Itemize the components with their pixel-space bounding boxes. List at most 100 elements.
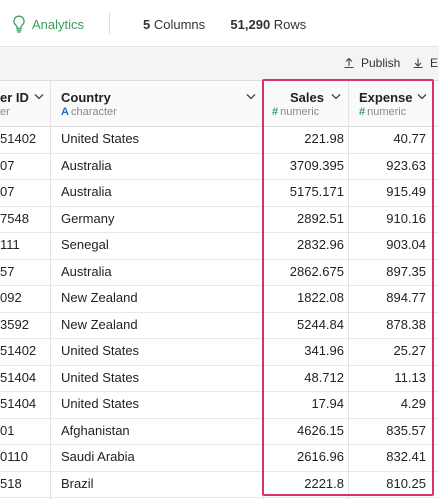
cell-id: 51402	[0, 343, 37, 358]
cell-country: Australia	[61, 157, 112, 173]
cell-country: Brazil	[61, 475, 94, 491]
chevron-down-icon[interactable]	[246, 93, 256, 100]
export-button[interactable]: E:	[412, 56, 439, 70]
toolbar: Publish E:	[0, 46, 439, 80]
cell-sales: 5175.171	[289, 184, 344, 199]
cell-country: Germany	[61, 210, 115, 226]
rows-count: 51,290	[230, 17, 271, 32]
cell-expense: 910.16	[386, 210, 426, 226]
cell-country: New Zealand	[61, 316, 138, 332]
table-row[interactable]: 3592 New Zealand 5244.84 878.38	[0, 312, 439, 339]
column-type: numeric	[280, 106, 320, 118]
table-stats: 5 Columns 51,290 Rows	[143, 17, 306, 32]
cell-sales: 4626.15	[297, 422, 344, 438]
table-header: er ID er Country Acharacter Sales # numer…	[0, 80, 439, 127]
cell-id: 07	[0, 157, 15, 173]
cell-country: Australia	[61, 263, 112, 279]
character-type-icon: A	[61, 106, 69, 118]
cell-sales: 2862.675	[289, 263, 344, 279]
download-icon	[413, 58, 423, 69]
numeric-type-icon: #	[359, 106, 366, 118]
cell-id: 51404	[0, 396, 37, 411]
top-bar: Analytics 5 Columns 51,290 Rows	[0, 0, 439, 46]
cell-country: New Zealand	[61, 290, 138, 305]
table-row[interactable]: 07 Australia 5175.171 915.49	[0, 179, 439, 207]
numeric-type-icon: #	[272, 106, 279, 118]
cell-expense: 25.27	[393, 343, 426, 358]
cell-country: United States	[61, 369, 140, 385]
cell-sales: 1822.08	[297, 290, 344, 305]
cell-expense: 835.57	[386, 422, 426, 438]
cell-country: United States	[61, 396, 140, 411]
chevron-down-icon[interactable]	[417, 93, 427, 100]
column-header-id[interactable]: er ID er	[0, 81, 51, 126]
table-row[interactable]: 51402 United States 341.96 25.27	[0, 338, 439, 366]
cell-expense: 903.04	[386, 237, 426, 252]
cell-country: United States	[61, 131, 140, 146]
export-label: E:	[430, 56, 439, 70]
cell-sales: 2832.96	[297, 237, 344, 252]
cell-id: 0110	[0, 449, 28, 464]
cell-sales: 341.96	[304, 343, 344, 358]
publish-label: Publish	[361, 56, 401, 70]
cell-expense: 923.63	[386, 157, 426, 173]
columns-label: Columns	[153, 17, 206, 32]
cell-id: 518	[0, 475, 22, 491]
cell-expense: 915.49	[386, 184, 426, 199]
cell-sales: 5244.84	[297, 316, 344, 332]
column-name: Expense	[359, 90, 413, 105]
cell-country: United States	[61, 343, 140, 358]
cell-country: Afghanistan	[61, 422, 130, 438]
column-header-expense[interactable]: Expense # numeric	[349, 81, 439, 126]
cell-id: 57	[0, 263, 15, 279]
cell-country: Senegal	[61, 237, 109, 252]
publish-button[interactable]: Publish	[343, 56, 400, 70]
cell-id: 51402	[0, 131, 37, 146]
cell-sales: 2892.51	[297, 210, 344, 226]
column-header-country[interactable]: Country Acharacter	[51, 81, 264, 126]
cell-expense: 40.77	[393, 131, 426, 146]
table-row[interactable]: 111 Senegal 2832.96 903.04	[0, 232, 439, 260]
analytics-button[interactable]: Analytics	[12, 14, 84, 34]
table-row[interactable]: 01 Afghanistan 4626.15 835.57	[0, 418, 439, 445]
cell-sales: 2616.96	[297, 449, 344, 464]
cell-sales: 48.712	[304, 369, 344, 385]
analytics-label: Analytics	[32, 16, 85, 32]
cell-country: Saudi Arabia	[61, 449, 135, 464]
data-table: er ID er Country Acharacter Sales # numer…	[0, 80, 439, 500]
table-row[interactable]: 518 Brazil 2221.8 810.25	[0, 471, 439, 498]
table-row[interactable]: 51404 United States 48.712 11.13	[0, 365, 439, 392]
table-row[interactable]: 51404 United States 17.94 4.29	[0, 391, 439, 419]
cell-id: 01	[0, 422, 15, 438]
cell-id: 51404	[0, 369, 37, 385]
table-row[interactable]: 0110 Saudi Arabia 2616.96 832.41	[0, 444, 439, 472]
cell-id: 07	[0, 184, 15, 199]
column-type: er	[0, 106, 10, 118]
column-type: character	[70, 106, 117, 118]
cell-sales: 221.98	[304, 131, 344, 146]
table-row[interactable]: 57 Australia 2862.675 897.35	[0, 259, 439, 286]
cell-expense: 4.29	[400, 396, 426, 411]
cell-country: Australia	[61, 184, 112, 199]
chevron-down-icon[interactable]	[34, 93, 44, 100]
cell-sales: 2221.8	[304, 475, 344, 491]
cell-sales: 3709.395	[289, 157, 344, 173]
cell-id: 111	[0, 237, 20, 252]
columns-count: 5	[143, 17, 151, 32]
cell-sales: 17.94	[311, 396, 344, 411]
chevron-down-icon[interactable]	[331, 93, 341, 100]
cell-expense: 810.25	[386, 475, 426, 491]
rows-label: Rows	[273, 17, 307, 32]
cell-id: 7548	[0, 210, 29, 226]
table-row[interactable]: 51402 United States 221.98 40.77	[0, 126, 439, 154]
cell-id: 3592	[0, 316, 29, 332]
cell-expense: 878.38	[386, 316, 426, 332]
column-header-sales[interactable]: Sales # numeric	[264, 81, 349, 126]
column-name: Sales	[290, 90, 324, 105]
table-row[interactable]: 7548 Germany 2892.51 910.16	[0, 206, 439, 233]
table-row[interactable]: 07 Australia 3709.395 923.63	[0, 153, 439, 180]
table-row[interactable]: 092 New Zealand 1822.08 894.77	[0, 285, 439, 313]
lightbulb-icon	[13, 15, 25, 33]
column-name: er ID	[0, 90, 29, 105]
column-name: Country	[61, 90, 111, 105]
